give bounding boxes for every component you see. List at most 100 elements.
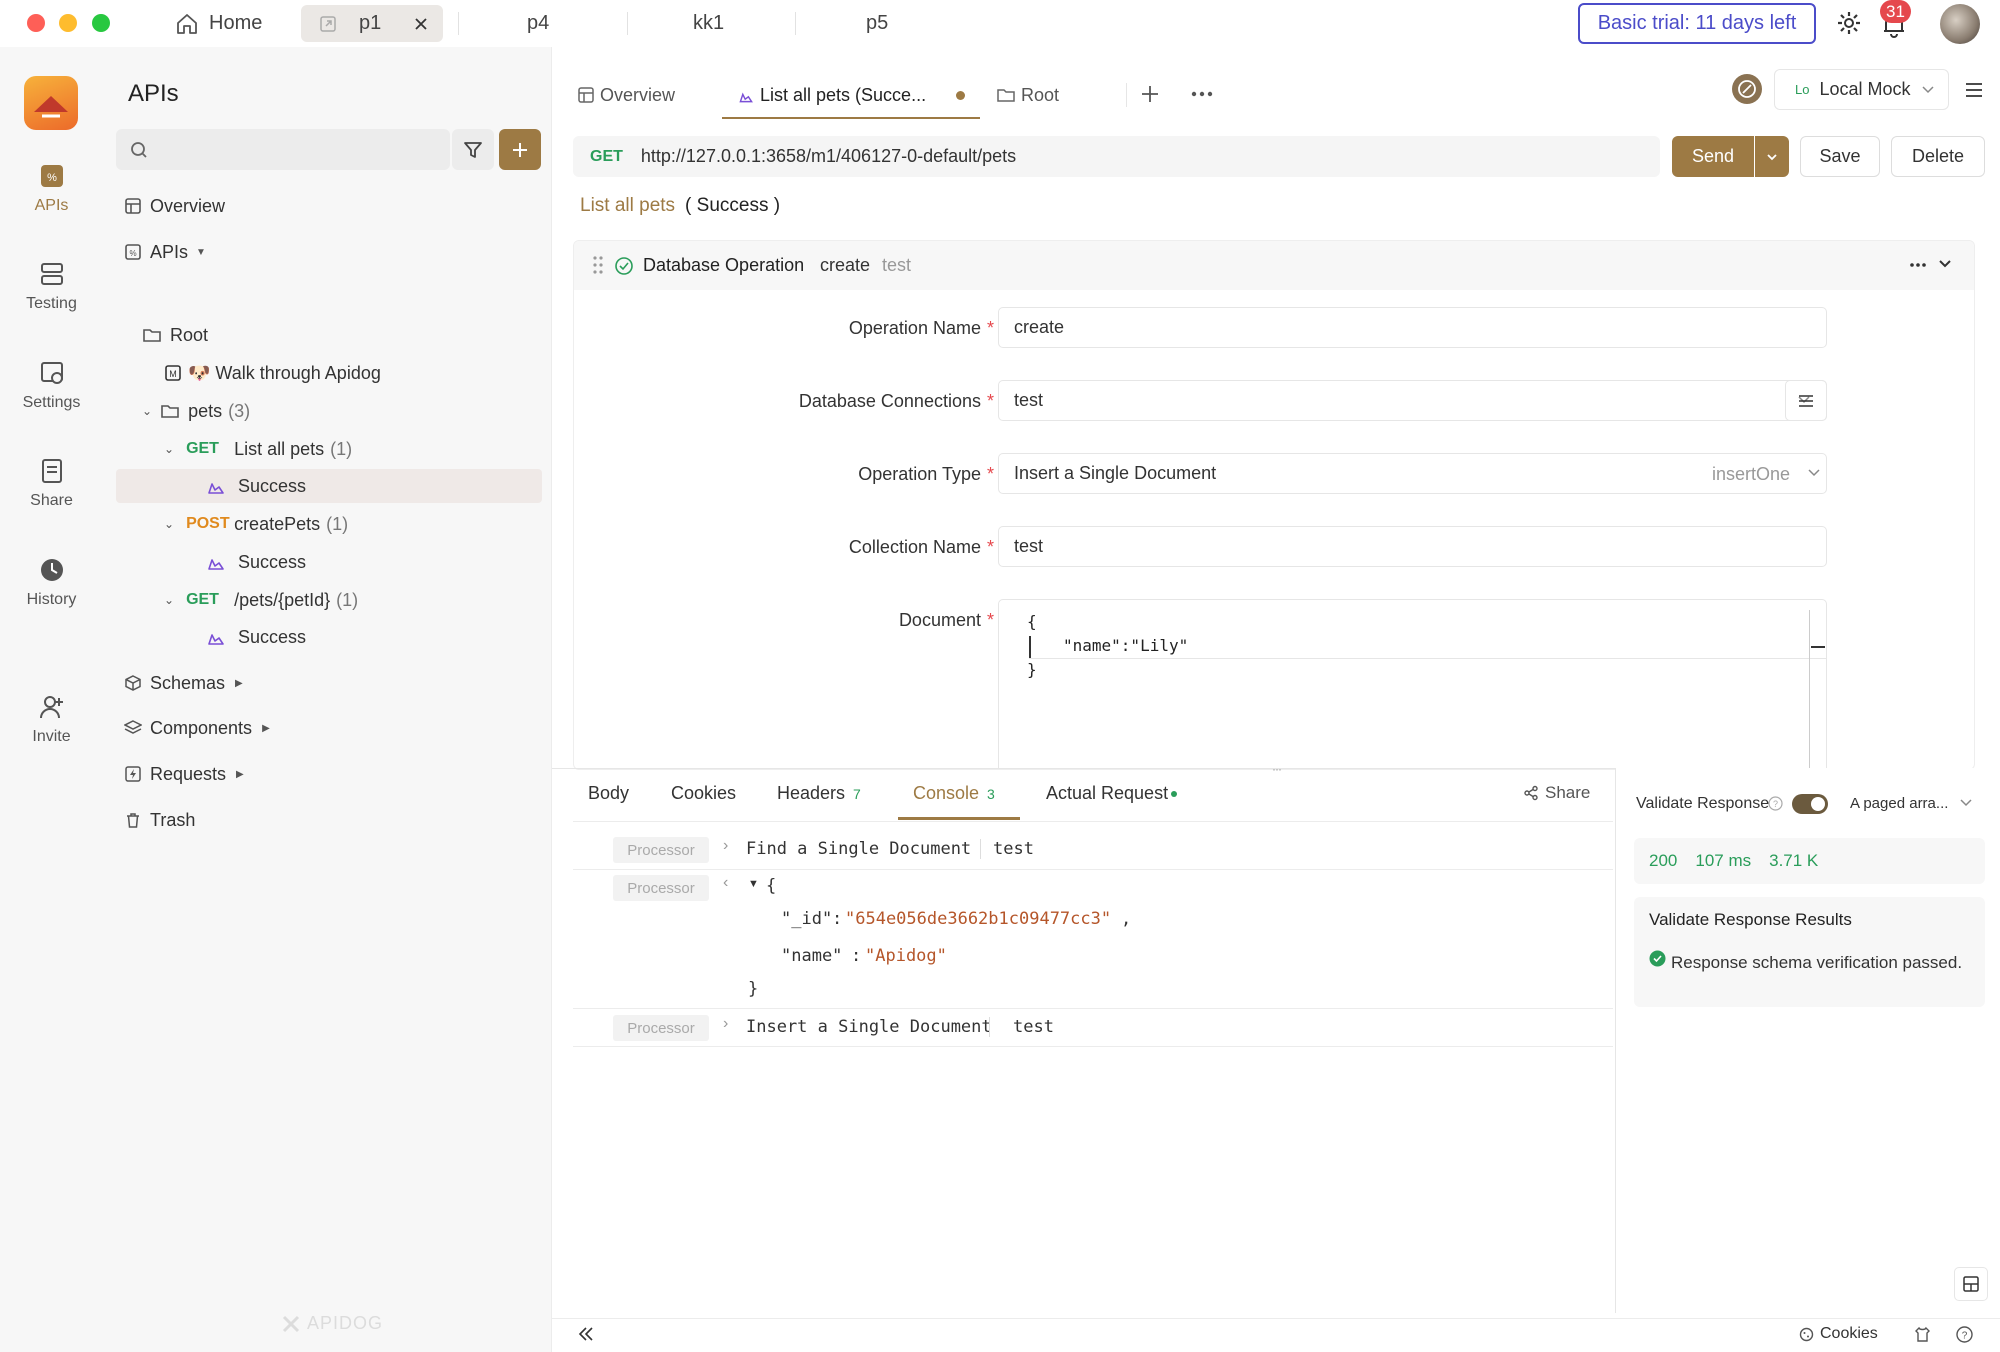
tab-p1[interactable]: p1 — [301, 5, 443, 42]
rail-history[interactable]: History — [0, 557, 103, 609]
tab-p4[interactable]: p4 — [527, 5, 549, 42]
endpoint-list-all-pets[interactable]: ⌄ GET List all pets (1) — [116, 432, 542, 466]
menu-icon[interactable] — [1956, 72, 1992, 108]
new-tab-icon[interactable] — [1140, 84, 1160, 104]
sidebar-item-label: Requests — [150, 763, 227, 784]
json-brace: { — [766, 876, 777, 896]
list-icon — [1798, 394, 1814, 408]
check-circle-icon[interactable] — [614, 256, 634, 276]
case-icon — [206, 552, 226, 572]
resize-handle[interactable]: ··· — [1272, 762, 1282, 776]
trial-button[interactable]: Basic trial: 11 days left — [1578, 3, 1816, 44]
home-tab[interactable]: Home — [175, 5, 262, 42]
db-connections-manage-button[interactable] — [1785, 380, 1827, 421]
tab-actual-request[interactable]: Actual Request — [1046, 783, 1178, 804]
collapse-triangle-icon[interactable]: ▼ — [748, 878, 759, 890]
rail-apis[interactable]: % APIs — [0, 163, 103, 215]
collapse-left-icon[interactable] — [577, 1325, 595, 1343]
case-success-3[interactable]: Success — [116, 620, 542, 654]
tab-p5[interactable]: p5 — [866, 5, 888, 42]
watermark-text: APIDOG — [307, 1313, 384, 1333]
editor-scrollbar[interactable] — [1809, 610, 1810, 769]
send-button[interactable]: Send — [1672, 136, 1754, 177]
console-entry[interactable]: Processor › Insert a Single Document tes… — [573, 1009, 1613, 1047]
tab-kk1[interactable]: kk1 — [693, 5, 724, 42]
close-window-button[interactable] — [27, 14, 45, 32]
sidebar-item-walkthrough[interactable]: M 🐶 Walk through Apidog — [116, 356, 542, 390]
close-tab-icon[interactable] — [414, 17, 428, 31]
sidebar-item-trash[interactable]: Trash — [116, 803, 542, 837]
svg-text:?: ? — [1773, 799, 1778, 809]
drag-handle-icon[interactable] — [592, 255, 604, 275]
add-button[interactable] — [499, 129, 541, 170]
db-operation-header[interactable]: Database Operation create test — [574, 241, 1974, 290]
rail-invite[interactable]: Invite — [0, 694, 103, 746]
sidebar-item-schemas[interactable]: Schemas ▶ — [116, 666, 542, 700]
tab-overview[interactable]: Overview — [578, 80, 675, 110]
console-entry[interactable]: Processor › Find a Single Document test — [573, 831, 1613, 870]
tab-list-all-pets[interactable]: List all pets (Succe... — [722, 69, 980, 119]
rail-testing-label: Testing — [26, 295, 77, 312]
chevron-left-icon: ‹ — [723, 874, 729, 891]
sidebar-item-components[interactable]: Components ▶ — [116, 711, 542, 745]
tab-root[interactable]: Root — [997, 80, 1059, 110]
search-input[interactable] — [116, 129, 450, 170]
json-value: "Apidog" — [865, 946, 947, 966]
cookies-label: Cookies — [1820, 1325, 1878, 1342]
endpoint-create-pets[interactable]: ⌄ POST createPets (1) — [116, 507, 542, 541]
help-icon[interactable]: ? — [1956, 1326, 1973, 1343]
case-success-2[interactable]: Success — [116, 545, 542, 579]
sidebar-item-pets[interactable]: ⌄ pets (3) — [116, 394, 542, 428]
rail-testing[interactable]: Testing — [0, 261, 103, 313]
filter-button[interactable] — [452, 129, 494, 170]
url-bar[interactable]: GET http://127.0.0.1:3658/m1/406127-0-de… — [573, 136, 1660, 177]
svg-text:%: % — [47, 172, 57, 184]
validate-schema[interactable]: A paged arra... — [1850, 795, 1948, 812]
sidebar-item-label: Schemas — [150, 672, 226, 693]
validate-toggle[interactable] — [1792, 794, 1828, 814]
case-success-1[interactable]: Success — [116, 469, 542, 503]
request-url[interactable]: http://127.0.0.1:3658/m1/406127-0-defaul… — [641, 146, 1016, 167]
chevron-down-icon: ⌄ — [164, 593, 175, 607]
rail-share[interactable]: Share — [0, 458, 103, 510]
sidebar-item-overview[interactable]: Overview — [116, 189, 542, 223]
endpoint-count: (1) — [330, 438, 353, 459]
sidebar-item-root[interactable]: Root — [116, 318, 542, 352]
tab-console[interactable]: Console 3 — [913, 783, 995, 804]
operation-type-select[interactable]: Insert a Single Document insertOne — [998, 453, 1827, 494]
history-icon — [39, 557, 65, 583]
save-button[interactable]: Save — [1800, 136, 1880, 177]
chevron-down-icon[interactable] — [1938, 258, 1952, 270]
environment-select[interactable]: Lo Local Mock — [1774, 69, 1949, 110]
minimize-window-button[interactable] — [59, 14, 77, 32]
sync-icon[interactable] — [1732, 74, 1762, 104]
shirt-icon[interactable] — [1914, 1326, 1931, 1343]
send-dropdown-button[interactable] — [1755, 136, 1789, 177]
more-icon[interactable] — [1909, 256, 1927, 274]
tab-body[interactable]: Body — [588, 783, 629, 804]
sidebar-item-requests[interactable]: Requests ▶ — [116, 757, 542, 791]
layout-icon — [1963, 1276, 1979, 1292]
console-entry[interactable]: Processor ‹ ▼ { "_id" : "654e056de3662b1… — [573, 870, 1613, 1009]
more-icon[interactable] — [1191, 84, 1213, 104]
collection-name-input[interactable]: test — [998, 526, 1827, 567]
delete-button[interactable]: Delete — [1891, 136, 1985, 177]
avatar[interactable] — [1940, 4, 1980, 44]
db-connections-select[interactable]: test — [998, 380, 1827, 421]
rail-settings[interactable]: Settings — [0, 360, 103, 412]
tab-cookies[interactable]: Cookies — [671, 783, 736, 804]
sidebar-item-apis[interactable]: % APIs ▼ — [116, 235, 542, 269]
request-method[interactable]: GET — [590, 148, 623, 166]
maximize-window-button[interactable] — [92, 14, 110, 32]
cookies-button[interactable]: Cookies — [1799, 1325, 1878, 1343]
lightning-icon — [124, 765, 142, 783]
gear-icon[interactable] — [1836, 10, 1862, 36]
operation-name-input[interactable]: create — [998, 307, 1827, 348]
tab-headers[interactable]: Headers 7 — [777, 783, 861, 804]
share-response-button[interactable]: Share — [1523, 783, 1590, 803]
endpoint-get-pet[interactable]: ⌄ GET /pets/{petId} (1) — [116, 583, 542, 617]
layout-toggle-button[interactable] — [1954, 1267, 1988, 1301]
chevron-down-icon[interactable] — [1960, 798, 1972, 807]
breadcrumb-link[interactable]: List all pets — [580, 195, 675, 217]
document-editor[interactable]: { "name":"Lily" } — [998, 599, 1827, 769]
